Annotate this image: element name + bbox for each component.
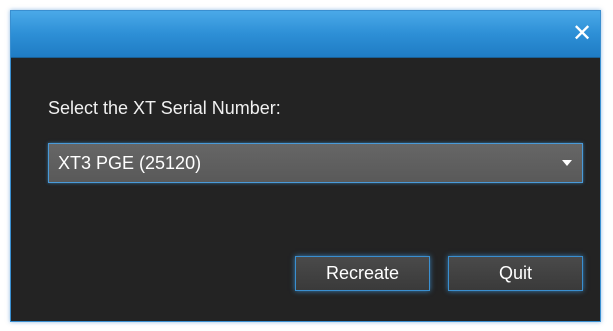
selected-serial-value: XT3 PGE (25120) [58,153,202,173]
close-icon[interactable]: ✕ [568,19,596,47]
quit-button[interactable]: Quit [448,256,583,291]
serial-number-dropdown[interactable]: XT3 PGE (25120) [48,143,583,183]
serial-select-dialog: ✕ Select the XT Serial Number: XT3 PGE (… [10,10,601,322]
dropdown-arrow-icon[interactable] [562,160,572,166]
recreate-button[interactable]: Recreate [295,256,430,291]
serial-number-prompt: Select the XT Serial Number: [48,98,281,118]
title-bar[interactable]: ✕ [11,11,600,58]
